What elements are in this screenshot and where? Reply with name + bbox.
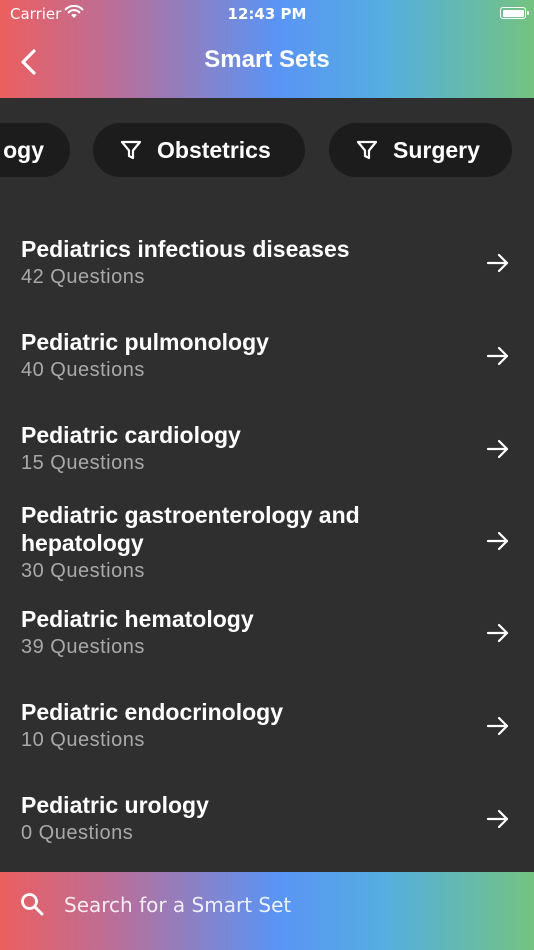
filter-chip-label: Surgery <box>393 136 480 163</box>
funnel-icon <box>356 140 378 160</box>
list-item[interactable]: Pediatric endocrinology 10 Questions <box>0 685 534 778</box>
question-count: 10 Questions <box>21 729 145 751</box>
question-count: 39 Questions <box>21 636 145 658</box>
set-title: Pediatric gastroenterology and hepatolog… <box>21 502 360 556</box>
nav-bar: Smart Sets <box>0 28 534 98</box>
question-count: 42 Questions <box>21 266 145 288</box>
arrow-right-icon <box>486 809 509 829</box>
search-icon <box>21 893 44 916</box>
status-time: 12:43 PM <box>227 5 307 23</box>
battery-icon <box>500 7 529 19</box>
filter-chip-label: Obstetrics <box>157 136 271 163</box>
header: Carrier 12:43 PM Smart Sets <box>0 0 534 98</box>
list-item[interactable]: Pediatric pulmonology 40 Questions <box>0 313 534 406</box>
filter-chip[interactable]: Surgery <box>329 123 512 177</box>
status-bar: Carrier 12:43 PM <box>0 0 534 28</box>
arrow-right-icon <box>486 253 509 273</box>
question-count: 30 Questions <box>21 560 145 582</box>
set-title: Pediatric urology <box>21 792 209 818</box>
question-count: 40 Questions <box>21 359 145 381</box>
set-title: Pediatrics infectious diseases <box>21 236 350 262</box>
set-title: Pediatric hematology <box>21 606 254 632</box>
arrow-right-icon <box>486 716 509 736</box>
arrow-right-icon <box>486 439 509 459</box>
search-bar[interactable] <box>0 872 534 950</box>
set-title: Pediatric cardiology <box>21 422 241 448</box>
list-item[interactable]: Pediatric gastroenterology and hepatolog… <box>0 496 534 592</box>
set-title: Pediatric endocrinology <box>21 699 283 725</box>
list-item[interactable]: Pediatrics infectious diseases 42 Questi… <box>0 220 534 313</box>
list-item[interactable]: Pediatric hematology 39 Questions <box>0 592 534 685</box>
filter-chip-label: ogy <box>3 136 44 163</box>
funnel-icon <box>120 140 142 160</box>
filter-chip[interactable]: ogy <box>0 123 70 177</box>
arrow-right-icon <box>486 531 509 551</box>
set-title: Pediatric pulmonology <box>21 329 269 355</box>
list-item[interactable]: Pediatric cardiology 15 Questions <box>0 406 534 496</box>
arrow-right-icon <box>486 346 509 366</box>
search-input[interactable] <box>62 889 506 921</box>
arrow-right-icon <box>486 623 509 643</box>
list-item[interactable]: Pediatric urology 0 Questions <box>0 778 534 871</box>
question-count: 15 Questions <box>21 452 145 474</box>
question-count: 0 Questions <box>21 822 134 844</box>
filter-chip[interactable]: Obstetrics <box>93 123 305 177</box>
filter-chips: ogy Obstetrics Surgery <box>0 123 534 177</box>
page-title: Smart Sets <box>204 46 330 73</box>
